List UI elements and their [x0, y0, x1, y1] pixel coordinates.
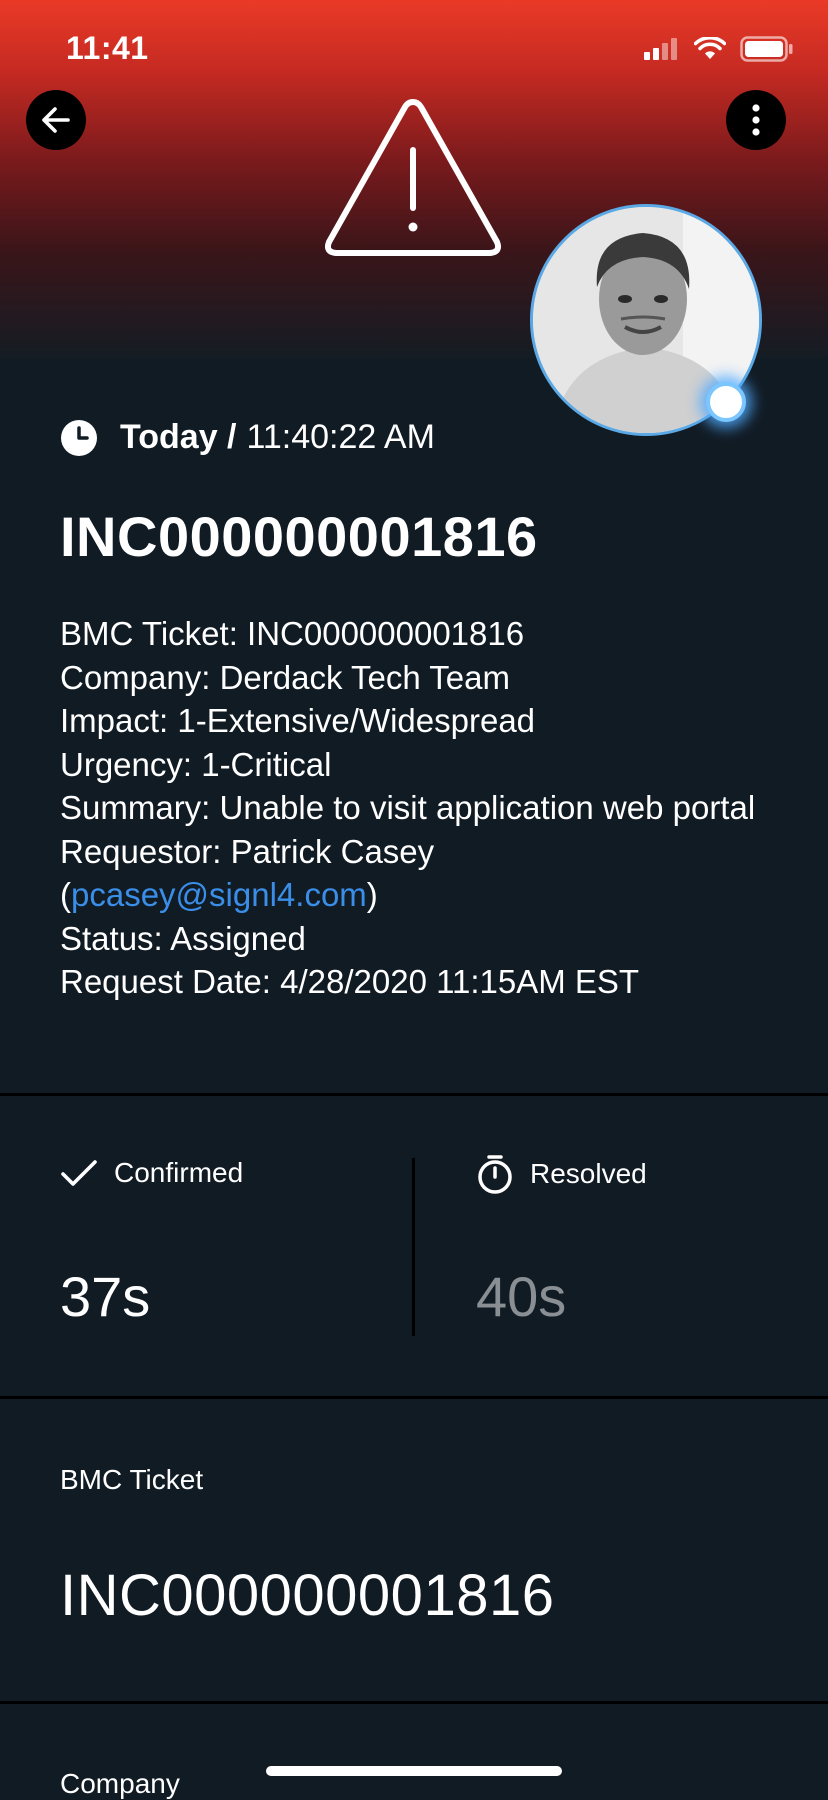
detail-requestor: Requestor: Patrick Casey: [60, 832, 435, 870]
detail-company: Company: Derdack Tech Team: [60, 658, 510, 696]
detail-urgency: Urgency: 1-Critical: [60, 745, 332, 783]
presence-indicator: [706, 382, 746, 422]
more-vertical-icon: [752, 104, 760, 136]
alert-title: INC000000001816: [60, 505, 538, 568]
more-options-button[interactable]: [726, 90, 786, 150]
clock-icon: [61, 419, 97, 456]
resolved-label-text: Resolved: [530, 1158, 647, 1189]
confirmed-label: Confirmed: [60, 1157, 243, 1189]
back-arrow-icon: [42, 107, 70, 133]
timestamp-time: 11:40:22 AM: [246, 418, 435, 456]
timestamp-day: Today /: [120, 418, 237, 456]
wifi-icon: [694, 37, 726, 59]
signal-icon: [644, 38, 677, 60]
confirmed-value: 37s: [60, 1265, 151, 1328]
field-value-bmc-ticket: INC000000001816: [60, 1563, 555, 1628]
checkmark-icon: [61, 1160, 97, 1186]
detail-status: Status: Assigned: [60, 919, 306, 957]
detail-summary: Summary: Unable to visit application web…: [60, 789, 756, 826]
stopwatch-icon: [478, 1155, 512, 1194]
section-divider: [0, 1396, 828, 1399]
detail-request-date: Request Date: 4/28/2020 11:15AM EST: [60, 963, 640, 1000]
stats-divider: [412, 1158, 415, 1336]
back-button[interactable]: [26, 90, 86, 150]
resolved-label: Resolved: [476, 1154, 647, 1194]
field-label-company: Company: [60, 1768, 180, 1799]
status-time: 11:41: [66, 30, 149, 66]
detail-requestor-email-line: (pcasey@signl4.com): [60, 873, 780, 917]
section-divider: [0, 1093, 828, 1096]
confirmed-label-text: Confirmed: [114, 1157, 244, 1188]
requestor-email-link[interactable]: pcasey@signl4.com: [71, 876, 367, 913]
status-icons: [644, 36, 794, 62]
field-label-bmc-ticket: BMC Ticket: [60, 1464, 204, 1495]
email-paren-close: ): [366, 876, 378, 913]
warning-triangle-icon: [324, 99, 502, 256]
detail-impact: Impact: 1-Extensive/Widespread: [60, 702, 536, 739]
detail-ticket: BMC Ticket: INC000000001816: [60, 615, 525, 652]
email-paren-open: (: [60, 876, 71, 913]
resolved-value: 40s: [476, 1265, 567, 1328]
home-indicator[interactable]: [266, 1766, 562, 1776]
alert-timestamp: Today / 11:40:22 AM: [60, 418, 435, 457]
battery-icon: [740, 36, 793, 62]
section-divider: [0, 1701, 828, 1704]
alert-details: BMC Ticket: INC000000001816 Company: Der…: [60, 612, 780, 1004]
